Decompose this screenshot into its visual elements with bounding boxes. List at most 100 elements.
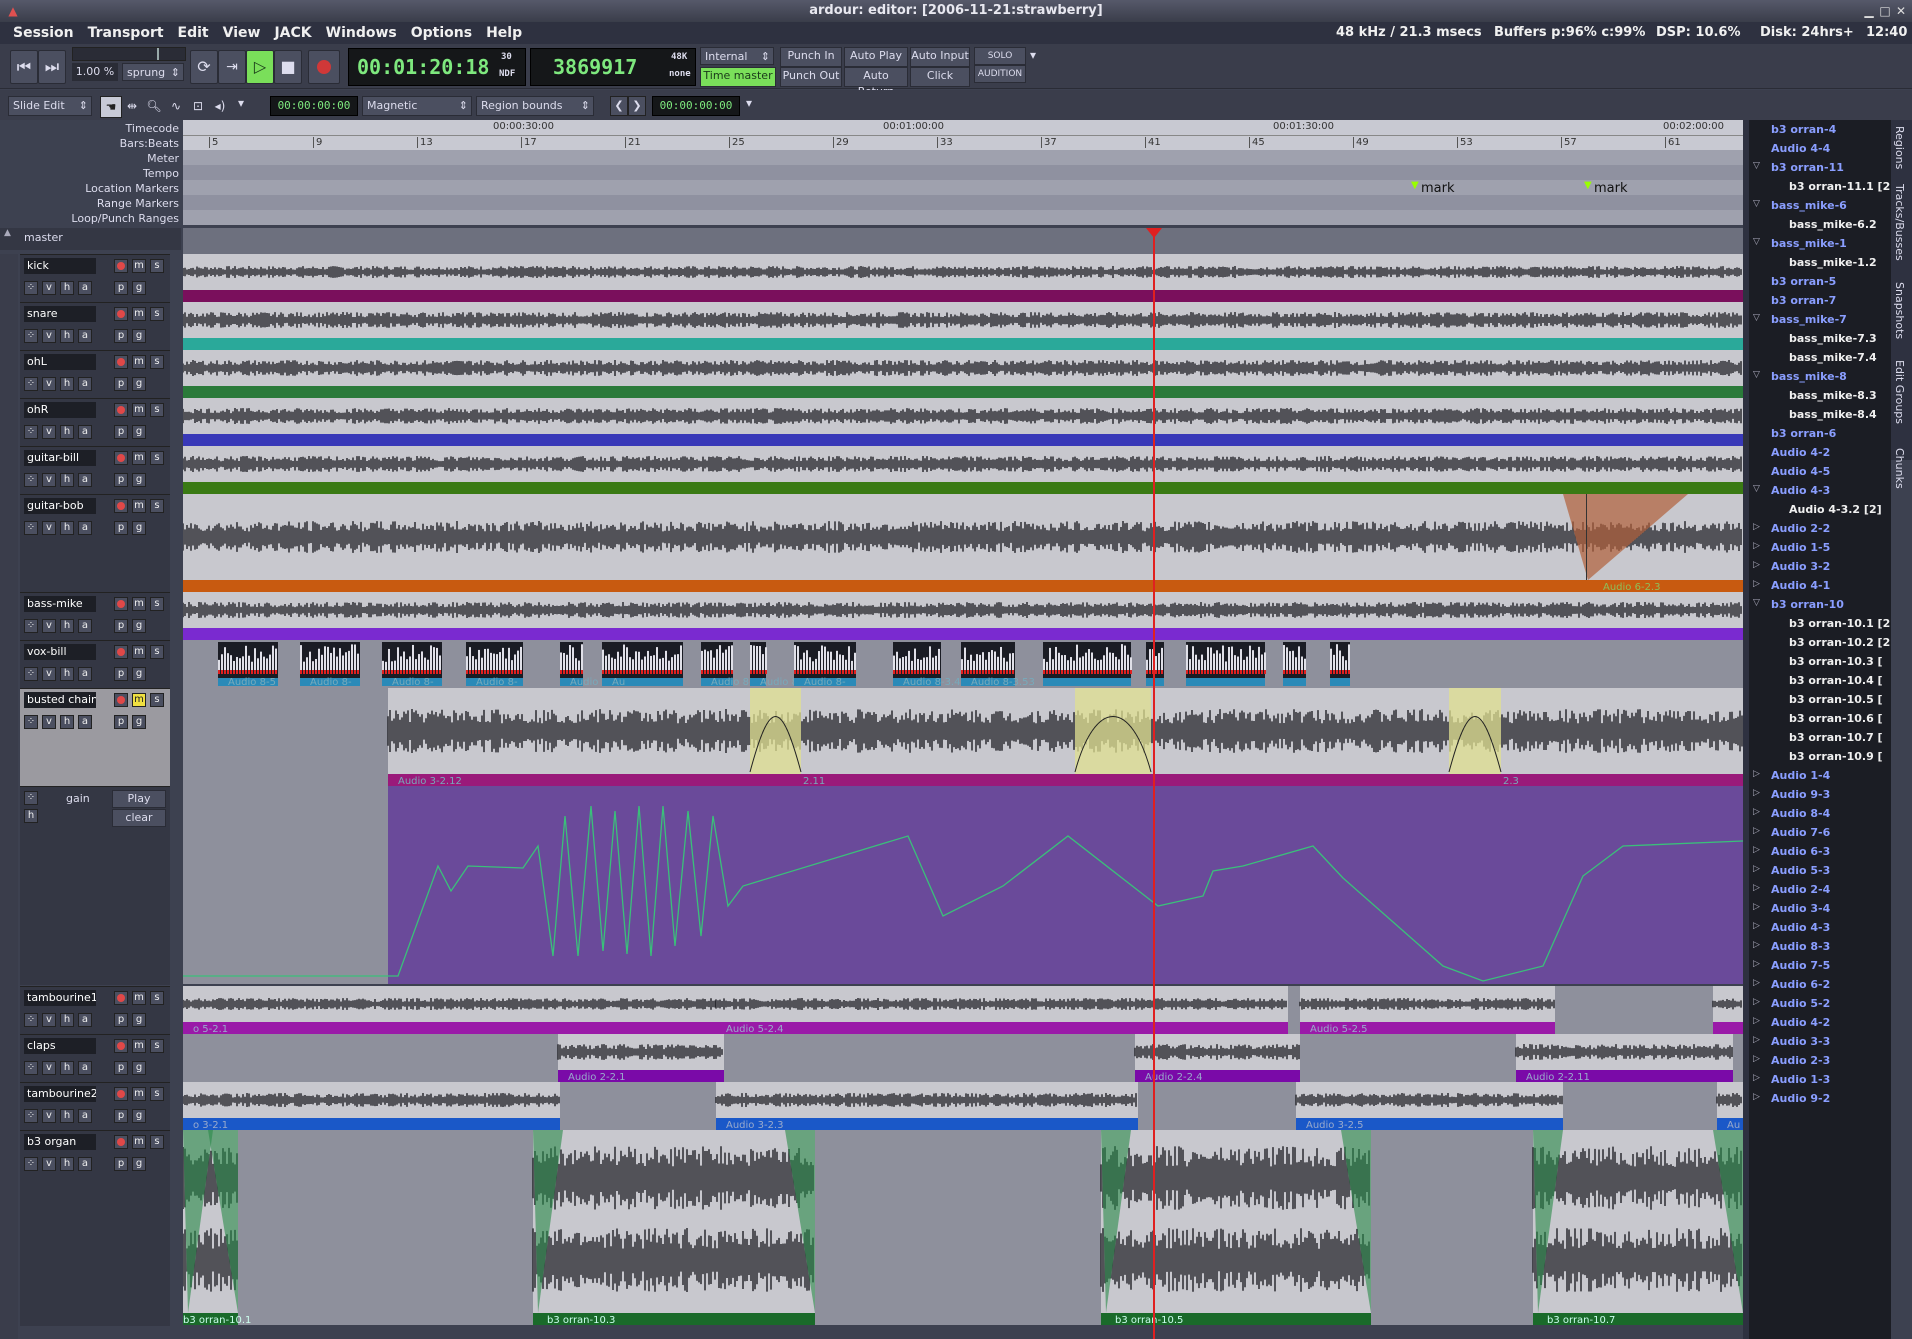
record-enable-button[interactable] [114, 1039, 128, 1053]
region-list-item[interactable]: bass_mike-8.4 [1789, 408, 1877, 421]
track-lane[interactable]: b3 orran-10.1 b3 orran-10.3 b3 orran-10.5 b… [183, 1130, 1743, 1325]
hide-button[interactable]: h [60, 521, 74, 535]
track-options-icon[interactable]: ⁘ [24, 1109, 38, 1123]
track-options-icon[interactable]: ⁘ [24, 1061, 38, 1075]
side-tab[interactable]: Tracks/Busses [1893, 184, 1906, 261]
regions-list-panel[interactable]: b3 orran-4 Audio 4-4 ▽ b3 orran-11 b3 orran-… [1749, 120, 1891, 1339]
region-list-item[interactable]: ▷ Audio 2-2 [1753, 522, 1830, 535]
range-markers-ruler[interactable] [183, 195, 1743, 210]
track-options-icon[interactable]: ⁘ [24, 1157, 38, 1171]
marker-icon[interactable]: ▼ [1411, 180, 1419, 191]
region-list-item[interactable]: ▷ Audio 8-4 [1753, 807, 1830, 820]
region-list-item[interactable]: bass_mike-7.4 [1789, 351, 1877, 364]
group-button[interactable]: g [132, 1109, 146, 1123]
solo-button[interactable]: s [150, 597, 164, 611]
record-enable-button[interactable] [114, 1087, 128, 1101]
zoom-tool-icon[interactable]: 🔍︎ [144, 96, 164, 116]
play-button[interactable]: ▷ [246, 50, 274, 84]
play-range-button[interactable]: ⇥ [218, 50, 246, 84]
region-list-item[interactable]: ▷ Audio 3-3 [1753, 1035, 1830, 1048]
region-list-item[interactable]: b3 orran-10.2 [2 [1789, 636, 1890, 649]
master-lane[interactable] [183, 228, 1743, 254]
playlist-button[interactable]: p [114, 473, 128, 487]
mute-button[interactable]: m [132, 355, 146, 369]
edit-mode-select[interactable]: Slide Edit ⇕ [8, 96, 92, 116]
track-options-icon[interactable]: ⁘ [24, 667, 38, 681]
solo-button[interactable]: s [150, 355, 164, 369]
group-button[interactable]: g [132, 1157, 146, 1171]
sync-source-select[interactable]: Internal ⇕ [700, 47, 774, 65]
automation-clear-button[interactable]: clear [112, 809, 166, 827]
record-enable-button[interactable] [114, 259, 128, 273]
region-list-item[interactable]: Audio 4-2 [1771, 446, 1830, 459]
hide-button[interactable]: h [60, 377, 74, 391]
mute-button[interactable]: m [132, 451, 146, 465]
region-list-item[interactable]: ▷ Audio 8-3 [1753, 940, 1830, 953]
visibility-button[interactable]: v [42, 667, 56, 681]
expander-closed-icon[interactable]: ▷ [1753, 883, 1760, 893]
location-markers-ruler[interactable]: ▼ mark ▼ mark [183, 180, 1743, 196]
track-header[interactable]: bass-mike m s ⁘ v h a p g [20, 592, 170, 641]
automation-hide-button[interactable]: h [24, 809, 38, 823]
playlist-button[interactable]: p [114, 281, 128, 295]
loop-punch-ruler[interactable] [183, 210, 1743, 225]
hide-button[interactable]: h [60, 715, 74, 729]
track-header[interactable]: guitar-bob m s ⁘ v h a p g [20, 494, 170, 593]
region-list-item[interactable]: ▽ b3 orran-11 [1753, 161, 1844, 174]
location-marker[interactable]: mark [1594, 181, 1628, 196]
region-list-item[interactable]: ▷ Audio 3-2 [1753, 560, 1830, 573]
expander-closed-icon[interactable]: ▷ [1753, 807, 1760, 817]
region-list-item[interactable]: ▷ Audio 1-4 [1753, 769, 1830, 782]
side-tab[interactable]: Snapshots [1893, 282, 1906, 339]
mute-button[interactable]: m [132, 499, 146, 513]
region-list-item[interactable]: ▷ Audio 7-5 [1753, 959, 1830, 972]
region-list-item[interactable]: b3 orran-7 [1771, 294, 1836, 307]
track-lane[interactable] [183, 350, 1743, 398]
region-list-item[interactable]: b3 orran-10.3 [ [1789, 655, 1883, 668]
menu-session[interactable]: Session [6, 22, 81, 44]
track-name[interactable]: ohR [24, 402, 96, 418]
expander-closed-icon[interactable]: ▷ [1753, 1016, 1760, 1026]
track-name[interactable]: kick [24, 258, 96, 274]
visibility-button[interactable]: v [42, 329, 56, 343]
automation-lane[interactable] [183, 786, 1743, 984]
record-enable-button[interactable] [114, 693, 128, 707]
track-header[interactable]: claps m s ⁘ v h a p g [20, 1034, 170, 1083]
playlist-button[interactable]: p [114, 377, 128, 391]
region-list-item[interactable]: ▽ bass_mike-7 [1753, 313, 1847, 326]
menu-transport[interactable]: Transport [81, 22, 171, 44]
record-enable-button[interactable] [114, 499, 128, 513]
loop-button[interactable]: ⟳ [190, 50, 218, 84]
automation-options-icon[interactable]: ⁘ [24, 791, 38, 805]
expander-closed-icon[interactable]: ▷ [1753, 959, 1760, 969]
track-lane[interactable] [183, 446, 1743, 494]
maximize-icon[interactable]: □ [1878, 4, 1892, 18]
automation-mode-button[interactable]: Play [112, 790, 166, 808]
side-tab[interactable]: Edit Groups [1893, 360, 1906, 424]
mute-button[interactable]: m [132, 1087, 146, 1101]
secondary-clock[interactable]: 3869917 48K none [530, 48, 696, 86]
expander-closed-icon[interactable]: ▷ [1753, 1092, 1760, 1102]
track-name[interactable]: snare [24, 306, 96, 322]
mute-button[interactable]: m [132, 645, 146, 659]
menu-edit[interactable]: Edit [171, 22, 216, 44]
meter-ruler[interactable] [183, 150, 1743, 165]
hide-button[interactable]: h [60, 619, 74, 633]
marker-icon[interactable]: ▼ [1584, 180, 1592, 191]
group-button[interactable]: g [132, 667, 146, 681]
menu-jack[interactable]: JACK [267, 22, 318, 44]
expander-open-icon[interactable]: ▽ [1753, 237, 1760, 247]
playlist-button[interactable]: p [114, 619, 128, 633]
solo-indicator[interactable]: SOLO [974, 47, 1026, 65]
track-header[interactable]: guitar-bill m s ⁘ v h a p g [20, 446, 170, 495]
solo-button[interactable]: s [150, 499, 164, 513]
track-options-icon[interactable]: ⁘ [24, 425, 38, 439]
expander-open-icon[interactable]: ▽ [1753, 313, 1760, 323]
playhead[interactable] [1146, 228, 1162, 1339]
track-header[interactable]: tambourine1 m s ⁘ v h a p g [20, 986, 170, 1035]
solo-button[interactable]: s [150, 403, 164, 417]
region-list-item[interactable]: ▷ Audio 6-2 [1753, 978, 1830, 991]
snap-mode-select[interactable]: Magnetic ⇕ [362, 96, 472, 116]
automation-button[interactable]: a [78, 281, 92, 295]
region-list-item[interactable]: ▷ Audio 2-3 [1753, 1054, 1830, 1067]
